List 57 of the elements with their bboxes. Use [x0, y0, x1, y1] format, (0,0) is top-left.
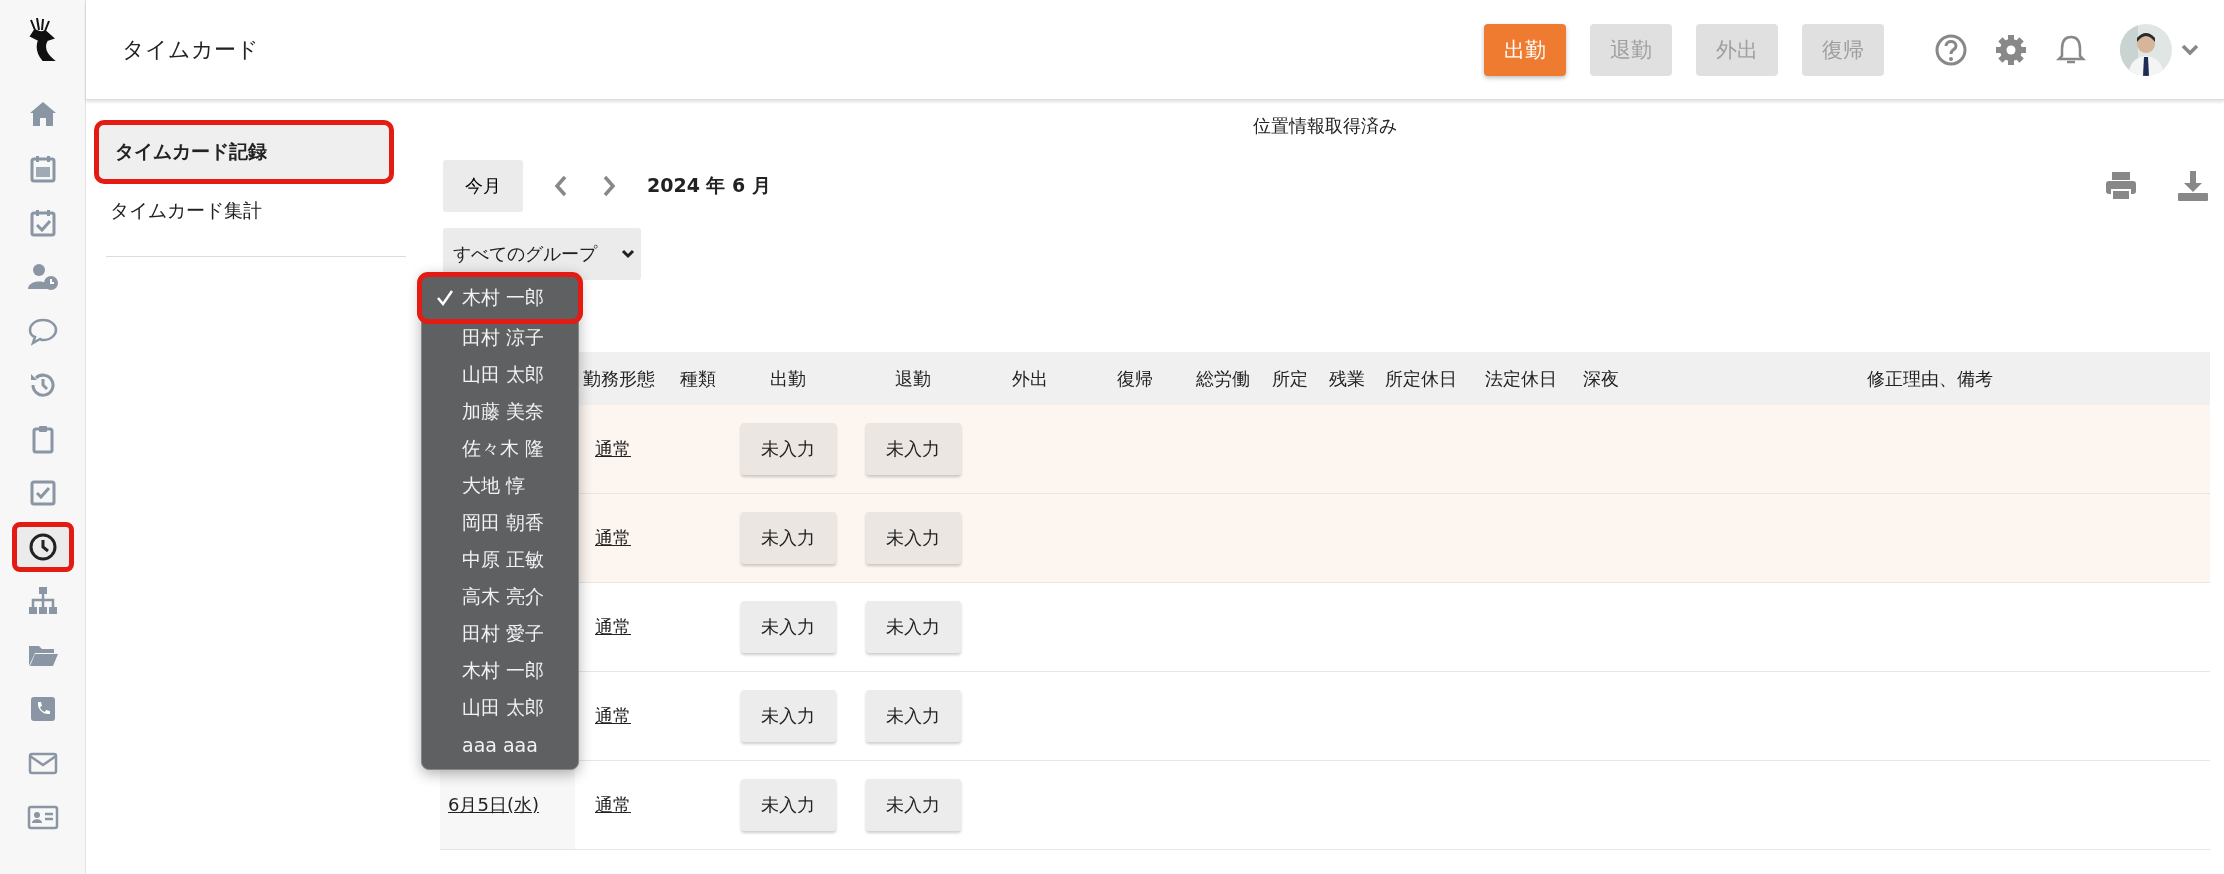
user-option[interactable]: 佐々木 隆 [422, 430, 578, 467]
page-title: タイムカード [122, 35, 260, 64]
group-select[interactable]: すべてのグループ [443, 228, 641, 280]
column-header: 総労働 [1195, 366, 1251, 391]
chevron-down-icon[interactable] [2180, 42, 2200, 57]
user-option[interactable]: aaa aaa [422, 726, 578, 763]
column-header: 出勤 [769, 366, 807, 391]
user-option[interactable]: 山田 太郎 [422, 356, 578, 393]
user-option[interactable]: 大地 惇 [422, 467, 578, 504]
download-icon[interactable] [2176, 169, 2210, 203]
user-option[interactable]: 高木 亮介 [422, 578, 578, 615]
work-type-link[interactable]: 通常 [595, 438, 631, 459]
clock-in-button[interactable]: 未入力 [740, 512, 836, 564]
column-header: 残業 [1328, 366, 1366, 391]
help-icon[interactable] [1934, 32, 1968, 67]
clock-out-button[interactable]: 未入力 [865, 779, 961, 831]
column-header: 深夜 [1582, 366, 1620, 391]
clock-in-button[interactable]: 未入力 [740, 423, 836, 475]
column-header: 復帰 [1116, 366, 1154, 391]
clock-nav-item[interactable] [11, 522, 74, 572]
column-header: 所定 [1271, 366, 1309, 391]
location-status: 位置情報取得済み [1253, 115, 1397, 136]
work-type-link[interactable]: 通常 [595, 794, 631, 815]
user-option[interactable]: 山田 太郎 [422, 689, 578, 726]
date-link[interactable]: 6月5日(水) [448, 793, 539, 817]
column-header: 修正理由、備考 [1866, 366, 1994, 391]
work-type-link[interactable]: 通常 [595, 616, 631, 637]
clock-out-button[interactable]: 未入力 [865, 423, 961, 475]
settings-icon[interactable] [1994, 32, 2028, 67]
user-option[interactable]: 岡田 朝香 [422, 504, 578, 541]
menu-item[interactable]: タイムカード集計 [94, 184, 394, 238]
this-month-button[interactable]: 今月 [443, 160, 523, 212]
clock-out-button[interactable]: 未入力 [865, 601, 961, 653]
column-header: 所定休日 [1384, 366, 1458, 391]
clock-in-button[interactable]: 未入力 [740, 779, 836, 831]
user-option[interactable]: 木村 一郎 [422, 652, 578, 689]
clock-in-button[interactable]: 未入力 [740, 601, 836, 653]
sitemap-icon [26, 585, 59, 617]
month-label: 2024 年 6 月 [647, 173, 772, 198]
work-type-link[interactable]: 通常 [595, 705, 631, 726]
column-header: 退勤 [894, 366, 932, 391]
user-option[interactable]: 田村 愛子 [422, 615, 578, 652]
column-header: 勤務形態 [582, 366, 656, 391]
user-option[interactable]: 加藤 美奈 [422, 393, 578, 430]
work-type-link[interactable]: 通常 [595, 527, 631, 548]
column-header: 種類 [679, 366, 717, 391]
menu-item[interactable]: タイムカード記録 [94, 120, 394, 184]
user-option[interactable]: 木村 一郎 [422, 277, 578, 319]
user-option[interactable]: 田村 涼子 [422, 319, 578, 356]
clock-out-button[interactable]: 未入力 [865, 690, 961, 742]
column-header: 外出 [1011, 366, 1049, 391]
clock-in-button[interactable]: 未入力 [740, 690, 836, 742]
chevron-down-icon [621, 248, 635, 260]
column-header: 法定休日 [1484, 366, 1558, 391]
user-clock-icon [26, 261, 59, 293]
clock-out-button[interactable]: 未入力 [865, 512, 961, 564]
user-option[interactable]: 中原 正敏 [422, 541, 578, 578]
